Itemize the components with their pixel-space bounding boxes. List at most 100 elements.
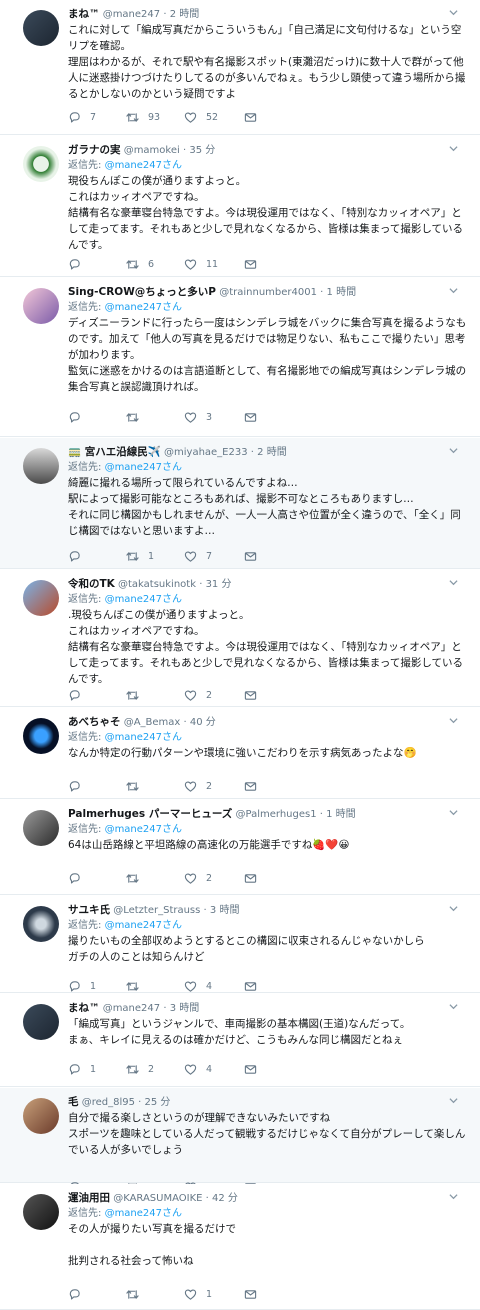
user-handle[interactable]: @A_Bemax — [124, 717, 181, 728]
reply-button[interactable] — [68, 257, 90, 271]
direct-message-button[interactable] — [244, 257, 266, 271]
like-button[interactable]: 4 — [184, 979, 212, 993]
like-button[interactable]: 4 — [184, 1062, 212, 1076]
tweet[interactable]: 令和のTK @takatsukinotk · 31 分 返信先: @mane24… — [0, 570, 480, 707]
user-handle[interactable]: @Letzter_Strauss — [113, 905, 200, 916]
reply-to-mention[interactable]: @mane247さん — [105, 462, 182, 473]
retweet-button[interactable] — [126, 871, 148, 885]
display-name[interactable]: Palmerhuges パーマーヒューズ — [68, 808, 232, 820]
retweet-button[interactable]: 2 — [126, 1062, 154, 1076]
display-name[interactable]: Sing-CROW@ちょっと多いP — [68, 286, 216, 298]
timestamp[interactable]: 2 時間 — [170, 9, 200, 20]
tweet[interactable]: 🚃 宮ハエ沿線民✈️ @miyahae_E233 · 2 時間 返信先: @ma… — [0, 438, 480, 569]
reply-to-mention[interactable]: @mane247さん — [105, 824, 182, 835]
direct-message-button[interactable] — [244, 688, 266, 702]
display-name[interactable]: 令和のTK — [68, 578, 115, 590]
like-button[interactable]: 2 — [184, 871, 212, 885]
avatar[interactable] — [23, 448, 59, 484]
tweet[interactable]: Palmerhuges パーマーヒューズ @Palmerhuges1 · 1 時… — [0, 800, 480, 895]
like-button[interactable]: 1 — [184, 1287, 212, 1301]
tweet[interactable]: Sing-CROW@ちょっと多いP @trainnumber4001 · 1 時… — [0, 278, 480, 437]
display-name[interactable]: サユキ氏 — [68, 904, 110, 916]
like-button[interactable]: 11 — [184, 257, 218, 271]
tweet[interactable]: 運油用田 @KARASUMAOIKE · 42 分 返信先: @mane247さ… — [0, 1184, 480, 1310]
reply-to-mention[interactable]: @mane247さん — [105, 732, 182, 743]
avatar[interactable] — [23, 718, 59, 754]
direct-message-button[interactable] — [244, 871, 266, 885]
reply-button[interactable] — [68, 688, 90, 702]
avatar[interactable] — [23, 1194, 59, 1230]
user-handle[interactable]: @takatsukinotk — [118, 579, 196, 590]
display-name[interactable]: 毛 — [68, 1096, 79, 1108]
tweet[interactable]: ガラナの実 @mamokei · 35 分 返信先: @mane247さん 現役… — [0, 136, 480, 277]
reply-to-mention[interactable]: @mane247さん — [105, 160, 182, 171]
display-name[interactable]: 運油用田 — [68, 1192, 110, 1204]
reply-button[interactable]: 1 — [68, 1062, 96, 1076]
avatar[interactable] — [23, 580, 59, 616]
user-handle[interactable]: @mane247 — [103, 9, 160, 20]
direct-message-button[interactable] — [244, 779, 266, 793]
avatar[interactable] — [23, 1004, 59, 1040]
like-button[interactable]: 52 — [184, 110, 218, 124]
retweet-button[interactable] — [126, 979, 148, 993]
avatar[interactable] — [23, 146, 59, 182]
timestamp[interactable]: 3 時間 — [210, 905, 240, 916]
avatar[interactable] — [23, 288, 59, 324]
timestamp[interactable]: 1 時間 — [326, 809, 356, 820]
direct-message-button[interactable] — [244, 110, 266, 124]
timestamp[interactable]: 2 時間 — [257, 447, 287, 458]
direct-message-button[interactable] — [244, 979, 266, 993]
direct-message-button[interactable] — [244, 1287, 266, 1301]
reply-button[interactable]: 7 — [68, 110, 96, 124]
like-button[interactable]: 2 — [184, 779, 212, 793]
tweet[interactable]: まね™ @mane247 · 2 時間 これに対して「編成写真だからこういうもん… — [0, 0, 480, 135]
reply-button[interactable] — [68, 410, 90, 424]
display-name[interactable]: あべちゃそ — [68, 716, 121, 728]
timestamp[interactable]: 25 分 — [145, 1097, 171, 1108]
reply-button[interactable]: 1 — [68, 979, 96, 993]
direct-message-button[interactable] — [244, 549, 266, 563]
retweet-button[interactable] — [126, 1287, 148, 1301]
reply-button[interactable] — [68, 1287, 90, 1301]
timestamp[interactable]: 40 分 — [190, 717, 216, 728]
retweet-button[interactable]: 93 — [126, 110, 160, 124]
timestamp[interactable]: 42 分 — [212, 1193, 238, 1204]
like-button[interactable]: 7 — [184, 549, 212, 563]
timestamp[interactable]: 35 分 — [189, 145, 215, 156]
tweet[interactable]: サユキ氏 @Letzter_Strauss · 3 時間 返信先: @mane2… — [0, 896, 480, 993]
user-handle[interactable]: @miyahae_E233 — [164, 447, 248, 458]
display-name[interactable]: 🚃 宮ハエ沿線民✈️ — [68, 446, 161, 458]
display-name[interactable]: まね™ — [68, 8, 100, 20]
direct-message-button[interactable] — [244, 1062, 266, 1076]
like-button[interactable]: 2 — [184, 688, 212, 702]
direct-message-button[interactable] — [244, 410, 266, 424]
tweet[interactable]: 毛 @red_8l95 · 25 分 自分で撮る楽しさというのが理解できないみた… — [0, 1088, 480, 1193]
reply-to-mention[interactable]: @mane247さん — [105, 302, 182, 313]
display-name[interactable]: ガラナの実 — [68, 144, 121, 156]
reply-to-mention[interactable]: @mane247さん — [105, 920, 182, 931]
user-handle[interactable]: @mane247 — [103, 1003, 160, 1014]
retweet-button[interactable]: 1 — [126, 549, 154, 563]
reply-to-mention[interactable]: @mane247さん — [105, 594, 182, 605]
avatar[interactable] — [23, 906, 59, 942]
like-button[interactable]: 3 — [184, 410, 212, 424]
user-handle[interactable]: @red_8l95 — [82, 1097, 135, 1108]
user-handle[interactable]: @KARASUMAOIKE — [113, 1193, 202, 1204]
user-handle[interactable]: @mamokei — [124, 145, 180, 156]
retweet-button[interactable] — [126, 688, 148, 702]
tweet[interactable]: まね™ @mane247 · 3 時間 「編成写真」というジャンルで、車両撮影の… — [0, 994, 480, 1087]
reply-button[interactable] — [68, 871, 90, 885]
retweet-button[interactable] — [126, 410, 148, 424]
reply-to-mention[interactable]: @mane247さん — [105, 1208, 182, 1219]
display-name[interactable]: まね™ — [68, 1002, 100, 1014]
timestamp[interactable]: 1 時間 — [327, 287, 357, 298]
tweet[interactable]: あべちゃそ @A_Bemax · 40 分 返信先: @mane247さん なん… — [0, 708, 480, 799]
avatar[interactable] — [23, 1098, 59, 1134]
retweet-button[interactable]: 6 — [126, 257, 154, 271]
reply-button[interactable] — [68, 549, 90, 563]
user-handle[interactable]: @trainnumber4001 — [219, 287, 317, 298]
retweet-button[interactable] — [126, 779, 148, 793]
timestamp[interactable]: 31 分 — [206, 579, 232, 590]
user-handle[interactable]: @Palmerhuges1 — [236, 809, 317, 820]
avatar[interactable] — [23, 10, 59, 46]
